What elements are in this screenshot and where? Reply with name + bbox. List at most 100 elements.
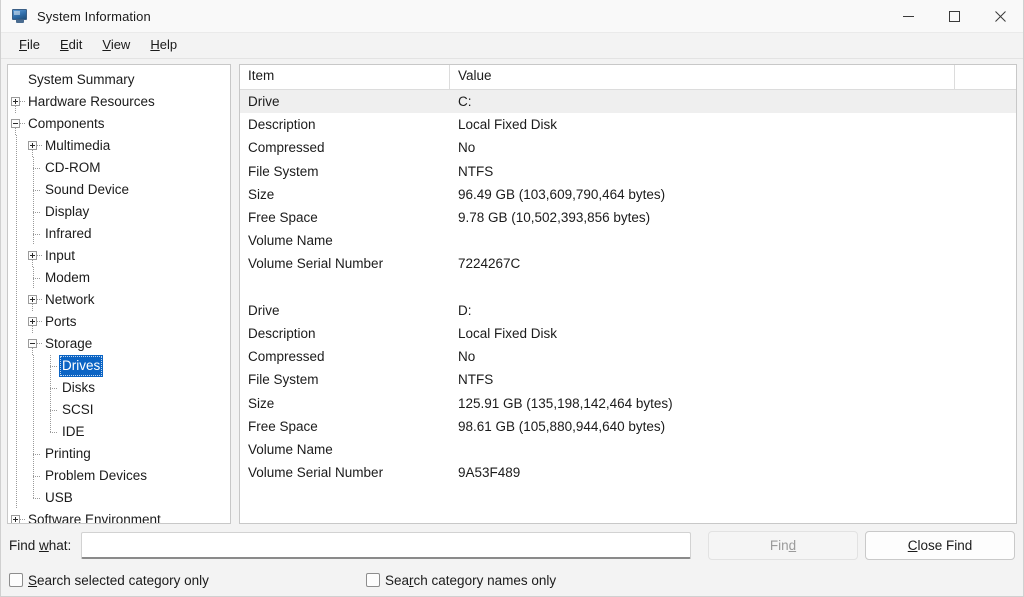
expand-plus-icon[interactable] [8, 91, 25, 113]
minimize-icon [903, 11, 914, 22]
checkbox-box[interactable] [366, 573, 380, 587]
tree-item-system-summary[interactable]: System Summary [8, 69, 230, 91]
tree-connector [25, 223, 42, 245]
tree-item-scsi[interactable]: SCSI [8, 399, 230, 421]
tree-rail [25, 355, 42, 377]
tree-item-software-environment[interactable]: Software Environment [8, 509, 230, 524]
tree-item-hardware-resources[interactable]: Hardware Resources [8, 91, 230, 113]
close-find-button[interactable]: Close Find [865, 531, 1015, 560]
cell-item: Drive [240, 94, 450, 109]
cell-value: No [450, 140, 955, 155]
table-row[interactable]: CompressedNo [240, 345, 1016, 368]
search-selected-category-label: Search selected category only [28, 573, 209, 588]
search-options-row: Search selected category only Search cat… [1, 566, 1023, 596]
tree-rail [8, 157, 25, 179]
tree-rail [8, 465, 25, 487]
cell-value: 7224267C [450, 256, 955, 271]
tree-item-printing[interactable]: Printing [8, 443, 230, 465]
tree-connector [25, 267, 42, 289]
tree-item-modem[interactable]: Modem [8, 267, 230, 289]
column-header-value[interactable]: Value [450, 65, 955, 89]
checkbox-box[interactable] [9, 573, 23, 587]
tree-connector [42, 377, 59, 399]
find-input[interactable] [81, 532, 691, 559]
cell-item: Free Space [240, 419, 450, 434]
table-row[interactable]: CompressedNo [240, 136, 1016, 159]
expand-plus-icon[interactable] [8, 509, 25, 524]
tree-item-label: Components [25, 113, 108, 135]
tree-item-label: SCSI [59, 399, 97, 421]
tree-item-sound-device[interactable]: Sound Device [8, 179, 230, 201]
menu-file[interactable]: File [9, 35, 50, 56]
tree-item-infrared[interactable]: Infrared [8, 223, 230, 245]
menu-view[interactable]: View [92, 35, 140, 56]
tree-item-storage[interactable]: Storage [8, 333, 230, 355]
cell-value: Local Fixed Disk [450, 117, 955, 132]
tree-item-usb[interactable]: USB [8, 487, 230, 509]
tree-item-label: Drives [59, 355, 103, 377]
tree-item-display[interactable]: Display [8, 201, 230, 223]
collapse-minus-icon[interactable] [25, 333, 42, 355]
cell-item: File System [240, 164, 450, 179]
find-button[interactable]: Find [708, 531, 858, 560]
tree-item-ide[interactable]: IDE [8, 421, 230, 443]
tree-item-label: Display [42, 201, 92, 223]
expand-plus-icon[interactable] [25, 245, 42, 267]
category-tree: System SummaryHardware ResourcesComponen… [8, 69, 230, 524]
table-row[interactable]: DriveD: [240, 299, 1016, 322]
tree-item-components[interactable]: Components [8, 113, 230, 135]
tree-rail [8, 399, 25, 421]
expand-plus-icon[interactable] [25, 289, 42, 311]
tree-item-disks[interactable]: Disks [8, 377, 230, 399]
table-row[interactable]: File SystemNTFS [240, 368, 1016, 391]
column-header-item[interactable]: Item [240, 65, 450, 89]
table-row[interactable]: DriveC: [240, 90, 1016, 113]
tree-rail [8, 487, 25, 509]
cell-value: Local Fixed Disk [450, 326, 955, 341]
tree-item-input[interactable]: Input [8, 245, 230, 267]
tree-item-ports[interactable]: Ports [8, 311, 230, 333]
collapse-minus-icon[interactable] [8, 113, 25, 135]
tree-item-label: Storage [42, 333, 95, 355]
tree-item-cd-rom[interactable]: CD-ROM [8, 157, 230, 179]
table-row[interactable]: DescriptionLocal Fixed Disk [240, 113, 1016, 136]
details-list-pane: Item Value DriveC:DescriptionLocal Fixed… [239, 64, 1017, 524]
category-tree-pane[interactable]: System SummaryHardware ResourcesComponen… [7, 64, 231, 524]
search-category-names-checkbox[interactable]: Search category names only [366, 573, 556, 588]
tree-item-label: Problem Devices [42, 465, 150, 487]
minimize-button[interactable] [885, 0, 931, 32]
menu-help[interactable]: Help [140, 35, 187, 56]
menu-edit[interactable]: Edit [50, 35, 92, 56]
table-row[interactable]: Volume Serial Number9A53F489 [240, 461, 1016, 484]
cell-item: Size [240, 187, 450, 202]
list-body[interactable]: DriveC:DescriptionLocal Fixed DiskCompre… [240, 90, 1016, 523]
table-row[interactable]: Size125.91 GB (135,198,142,464 bytes) [240, 391, 1016, 414]
maximize-button[interactable] [931, 0, 977, 32]
tree-item-network[interactable]: Network [8, 289, 230, 311]
table-row[interactable]: Volume Name [240, 438, 1016, 461]
window-controls [885, 0, 1023, 32]
table-row[interactable]: Volume Serial Number7224267C [240, 252, 1016, 275]
cell-item: Drive [240, 303, 450, 318]
tree-rail [25, 399, 42, 421]
search-selected-category-checkbox[interactable]: Search selected category only [9, 573, 209, 588]
tree-item-problem-devices[interactable]: Problem Devices [8, 465, 230, 487]
tree-item-drives[interactable]: Drives [8, 355, 230, 377]
table-row[interactable]: Size96.49 GB (103,609,790,464 bytes) [240, 183, 1016, 206]
table-row[interactable]: File SystemNTFS [240, 160, 1016, 183]
list-header: Item Value [240, 65, 1016, 90]
tree-item-label: Infrared [42, 223, 95, 245]
table-row[interactable]: Free Space9.78 GB (10,502,393,856 bytes) [240, 206, 1016, 229]
close-button[interactable] [977, 0, 1023, 32]
cell-value: D: [450, 303, 955, 318]
table-row[interactable]: DescriptionLocal Fixed Disk [240, 322, 1016, 345]
tree-connector [25, 157, 42, 179]
cell-value: 96.49 GB (103,609,790,464 bytes) [450, 187, 955, 202]
tree-item-multimedia[interactable]: Multimedia [8, 135, 230, 157]
expand-plus-icon[interactable] [25, 135, 42, 157]
tree-item-label: IDE [59, 421, 88, 443]
cell-value: 9A53F489 [450, 465, 955, 480]
table-row[interactable]: Free Space98.61 GB (105,880,944,640 byte… [240, 415, 1016, 438]
expand-plus-icon[interactable] [25, 311, 42, 333]
table-row[interactable]: Volume Name [240, 229, 1016, 252]
